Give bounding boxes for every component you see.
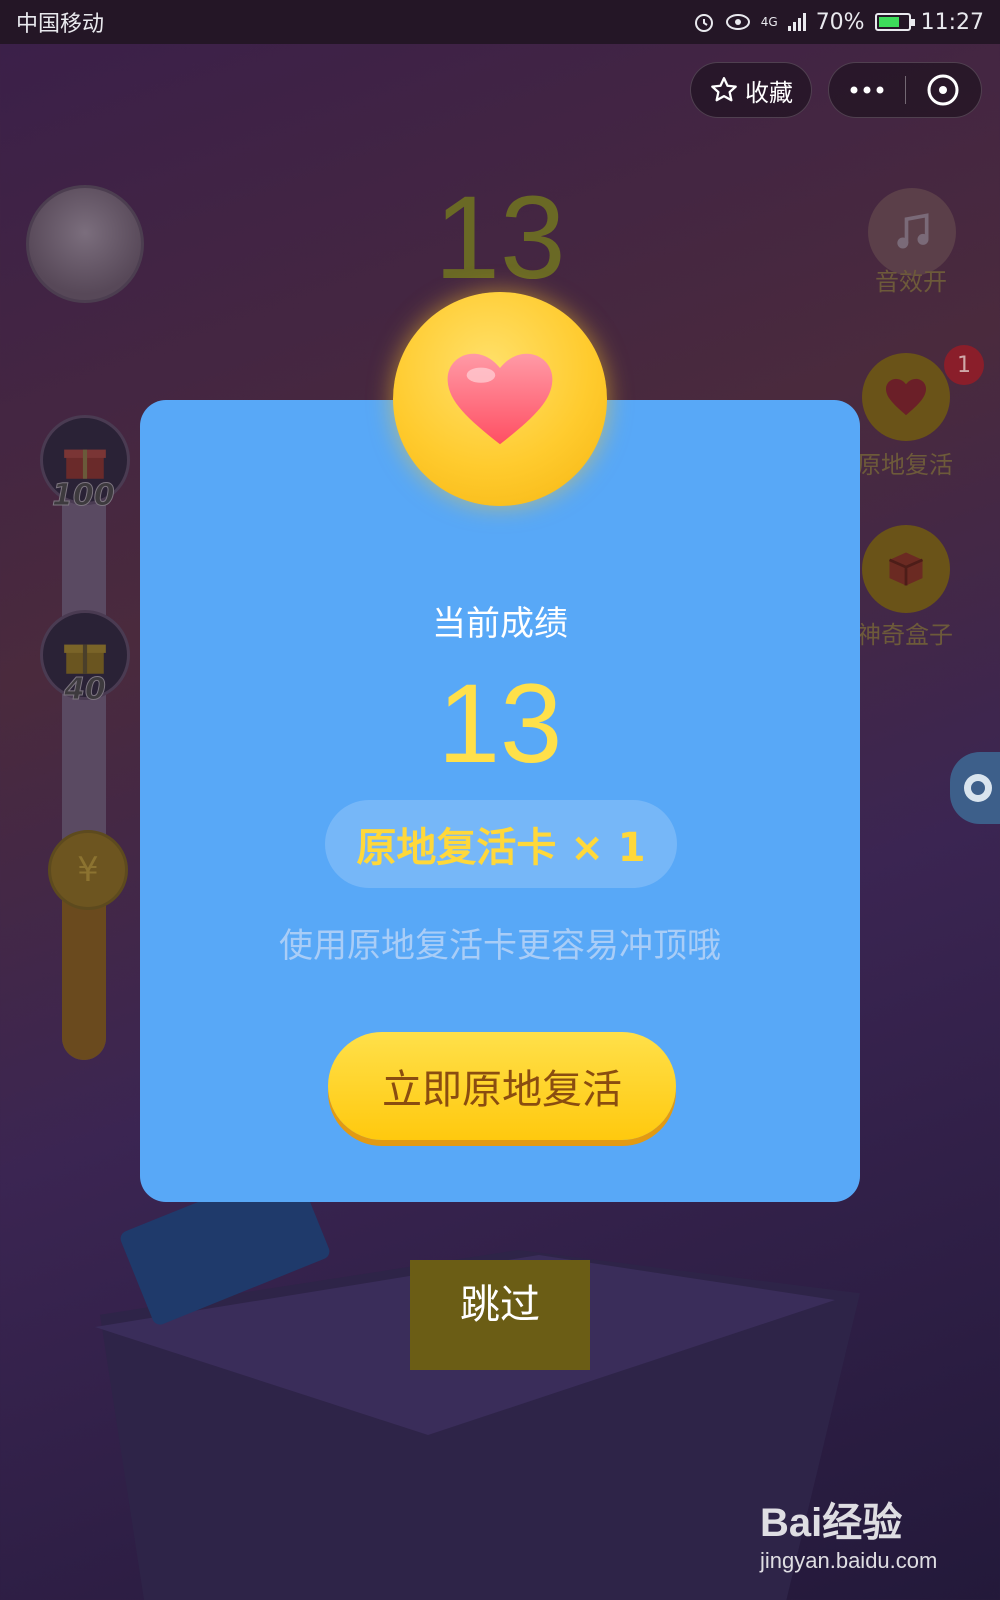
status-bar: 中国移动 4G 70% 11:27: [0, 0, 1000, 44]
heart-icon: [886, 378, 926, 416]
menu-capsule: [828, 62, 982, 118]
battery-percent: 70%: [815, 9, 865, 35]
network-type: 4G: [760, 15, 778, 29]
close-circle-icon: [927, 74, 959, 106]
star-icon: [711, 77, 737, 102]
watermark-logo: Bai经验: [760, 1501, 903, 1545]
heart-badge: [393, 292, 607, 506]
watermark-url: jingyan.baidu.com: [760, 1548, 938, 1573]
revive-card-count: 原地复活卡 × 1: [325, 800, 677, 888]
heart-icon: [447, 353, 553, 445]
battery-fill: [878, 17, 899, 27]
more-button[interactable]: [829, 63, 905, 117]
current-score-title: 当前成绩: [432, 604, 568, 644]
alarm-icon: [694, 14, 713, 32]
revive-now-button[interactable]: 立即原地复活: [328, 1032, 676, 1140]
close-button[interactable]: [906, 63, 982, 117]
skip-button[interactable]: 跳过: [400, 1272, 600, 1330]
avatar[interactable]: [26, 185, 144, 303]
clock: 11:27: [920, 9, 984, 35]
status-icons: 4G 70% 11:27: [693, 10, 984, 35]
coin-symbol: ¥: [77, 850, 99, 890]
eye-icon: [725, 14, 750, 30]
revive-hint: 使用原地复活卡更容易冲顶哦: [279, 926, 721, 966]
sound-toggle-label: 音效开: [875, 268, 947, 296]
music-note-icon: [897, 213, 929, 249]
current-score-value: 13: [437, 661, 563, 786]
revive-side-button[interactable]: [862, 353, 950, 441]
favorite-label: 收藏: [745, 78, 793, 107]
revive-count-badge: 1: [944, 345, 984, 385]
more-dots-icon: [850, 86, 884, 94]
box-icon: [888, 552, 924, 586]
battery-icon: [874, 13, 915, 31]
signal-icon: [787, 13, 806, 31]
baidu-jingyan-watermark: Bai经验 jingyan.baidu.com: [760, 1490, 990, 1574]
favorite-button[interactable]: 收藏: [690, 62, 812, 118]
background-score: 13: [434, 172, 566, 304]
carrier-label: 中国移动: [16, 12, 105, 37]
milestone-100-label: 100: [52, 478, 116, 514]
coin-icon: ¥: [48, 830, 128, 910]
